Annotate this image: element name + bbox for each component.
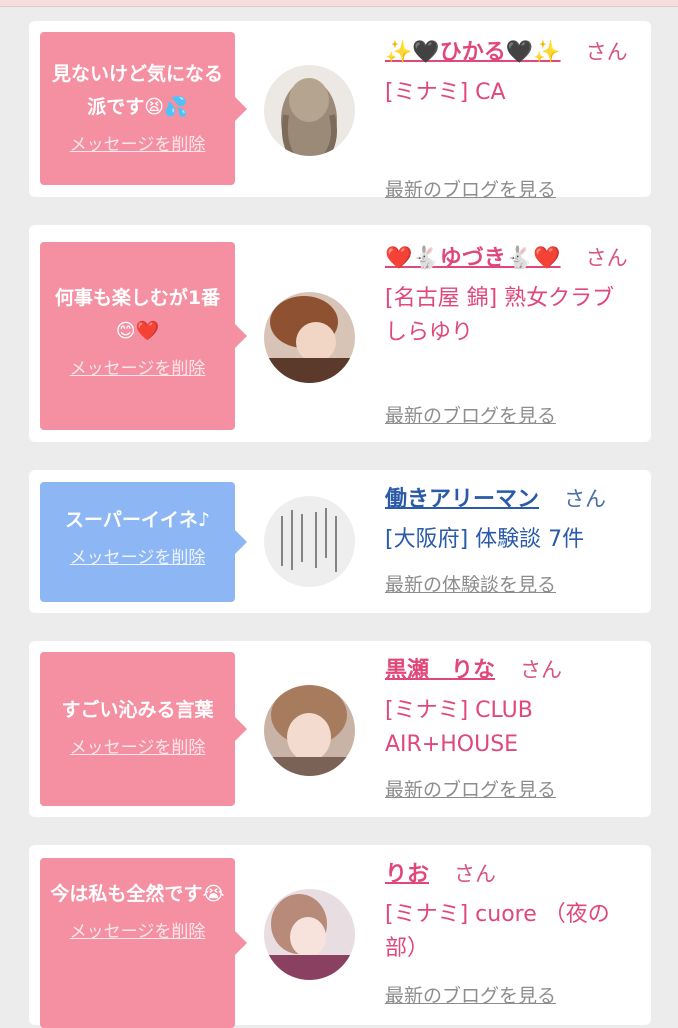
delete-message-link[interactable]: メッセージを削除 <box>40 130 235 155</box>
sender-name-link[interactable]: 黒瀬 りな <box>385 658 495 683</box>
sender-info: りお さん [ミナミ] cuore （夜の部） 最新のブログを見る <box>385 857 631 1007</box>
message-card: 何事も楽しむが1番😊❤️ メッセージを削除 ❤️🐇ゆづき🐇❤️ さん [名古屋 … <box>29 225 651 442</box>
avatar[interactable] <box>264 685 355 776</box>
message-bubble: 何事も楽しむが1番😊❤️ メッセージを削除 <box>40 242 247 430</box>
message-card: スーパーイイネ♪ メッセージを削除 働きアリーマン さん [大阪府] 体験談 7… <box>29 470 651 613</box>
avatar[interactable] <box>264 292 355 383</box>
sender-name-link[interactable]: りお <box>385 862 429 887</box>
sender-info: ❤️🐇ゆづき🐇❤️ さん [名古屋 錦] 熟女クラブしらゆり 最新のブログを見る <box>385 241 631 427</box>
latest-review-link[interactable]: 最新の体験談を見る <box>385 570 556 597</box>
avatar[interactable] <box>264 65 355 156</box>
message-text: スーパーイイネ♪ <box>65 509 210 531</box>
message-bubble: 今は私も全然です😭 メッセージを削除 <box>40 858 247 1028</box>
shop-area: [名古屋 錦] 熟女クラブしらゆり <box>385 286 615 345</box>
shop-area: [ミナミ] CA <box>385 80 506 105</box>
sender-info: 働きアリーマン さん [大阪府] 体験談 7件 最新の体験談を見る <box>385 482 631 596</box>
sender-info: 黒瀬 りな さん [ミナミ] CLUB AIR+HOUSE 最新のブログを見る <box>385 653 631 801</box>
honorific: さん <box>520 658 563 682</box>
honorific: さん <box>454 862 497 886</box>
message-text: 今は私も全然です😭 <box>50 883 225 905</box>
avatar[interactable] <box>264 496 355 587</box>
message-bubble: すごい沁みる言葉 メッセージを削除 <box>40 652 247 806</box>
delete-message-link[interactable]: メッセージを削除 <box>40 917 235 942</box>
message-bubble: 見ないけど気になる派です😫💦 メッセージを削除 <box>40 32 247 185</box>
delete-message-link[interactable]: メッセージを削除 <box>40 733 235 758</box>
latest-blog-link[interactable]: 最新のブログを見る <box>385 175 556 202</box>
honorific: さん <box>585 40 628 64</box>
sender-info: ✨🖤ひかる🖤✨ さん [ミナミ] CA 最新のブログを見る <box>385 35 631 201</box>
delete-message-link[interactable]: メッセージを削除 <box>40 354 235 379</box>
message-text: 何事も楽しむが1番😊❤️ <box>54 287 221 342</box>
sender-name-link[interactable]: ❤️🐇ゆづき🐇❤️ <box>385 246 561 271</box>
review-area: [大阪府] 体験談 7件 <box>385 527 585 552</box>
message-card: すごい沁みる言葉 メッセージを削除 黒瀬 りな さん [ミナミ] CLUB AI… <box>29 641 651 817</box>
message-text: すごい沁みる言葉 <box>61 699 214 721</box>
delete-message-link[interactable]: メッセージを削除 <box>40 543 235 568</box>
honorific: さん <box>564 487 607 511</box>
message-bubble: スーパーイイネ♪ メッセージを削除 <box>40 482 247 602</box>
top-divider <box>0 0 678 7</box>
latest-blog-link[interactable]: 最新のブログを見る <box>385 981 556 1008</box>
message-card: 今は私も全然です😭 メッセージを削除 りお さん [ミナミ] cuore （夜の… <box>29 845 651 1028</box>
avatar[interactable] <box>264 889 355 980</box>
sender-name-link[interactable]: 働きアリーマン <box>385 487 539 512</box>
latest-blog-link[interactable]: 最新のブログを見る <box>385 401 556 428</box>
message-card: 見ないけど気になる派です😫💦 メッセージを削除 ✨🖤ひかる🖤✨ さん [ミナミ]… <box>29 21 651 201</box>
sender-name-link[interactable]: ✨🖤ひかる🖤✨ <box>385 40 561 65</box>
latest-blog-link[interactable]: 最新のブログを見る <box>385 775 556 802</box>
shop-area: [ミナミ] cuore （夜の部） <box>385 902 610 961</box>
honorific: さん <box>585 246 628 270</box>
shop-area: [ミナミ] CLUB AIR+HOUSE <box>385 698 533 757</box>
message-text: 見ないけど気になる派です😫💦 <box>51 63 223 118</box>
